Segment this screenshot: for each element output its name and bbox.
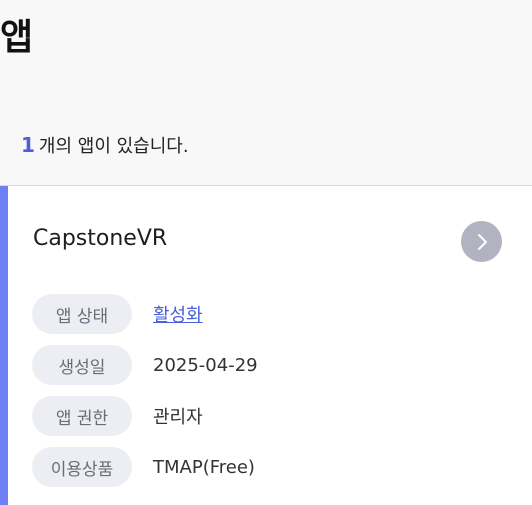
detail-row-permission: 앱 권한 관리자: [32, 396, 203, 436]
app-status-label: 앱 상태: [32, 294, 132, 334]
page-title: 앱: [0, 17, 33, 58]
app-permission-label: 앱 권한: [32, 396, 132, 436]
app-card: CapstoneVR 앱 상태 활성화 생성일 2025-04-29 앱 권한 …: [0, 186, 532, 505]
detail-row-status: 앱 상태 활성화: [32, 294, 203, 334]
detail-row-plan: 이용상품 TMAP(Free): [32, 447, 255, 487]
detail-row-created: 생성일 2025-04-29: [32, 345, 258, 385]
plan-value: TMAP(Free): [153, 456, 255, 478]
app-status-link[interactable]: 활성화: [153, 301, 203, 327]
created-date-label: 생성일: [32, 345, 132, 385]
app-count-suffix: 개의 앱이 있습니다.: [38, 136, 189, 157]
app-permission-value: 관리자: [153, 407, 203, 428]
created-date-value: 2025-04-29: [153, 354, 258, 376]
app-count-text: 1 개의 앱이 있습니다.: [21, 132, 189, 158]
app-count-number: 1: [21, 133, 35, 157]
app-name: CapstoneVR: [33, 226, 168, 251]
chevron-right-icon: [477, 233, 487, 250]
plan-label: 이용상품: [32, 447, 132, 487]
open-app-button[interactable]: [461, 221, 502, 262]
card-accent-bar: [0, 186, 8, 505]
